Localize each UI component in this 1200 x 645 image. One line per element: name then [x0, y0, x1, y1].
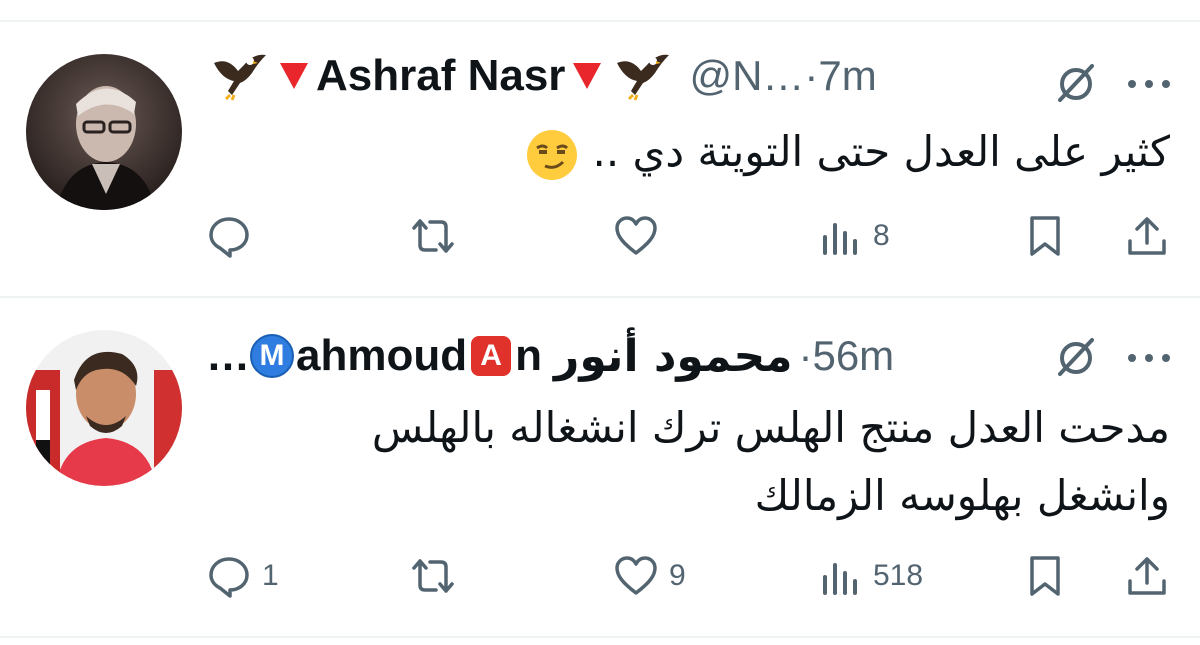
reply-button[interactable]: 1: [206, 546, 279, 606]
reply-button[interactable]: [206, 206, 262, 266]
share-button[interactable]: [1124, 206, 1170, 266]
share-icon: [1128, 557, 1166, 595]
tweet-text-line-2: وانشغل بهلوسه الزمالك: [754, 471, 1170, 520]
grok-icon[interactable]: [1052, 332, 1100, 380]
retweet-button[interactable]: [410, 206, 456, 266]
like-button[interactable]: [613, 206, 669, 266]
like-count: 9: [669, 559, 686, 592]
views-button[interactable]: 518: [817, 546, 923, 606]
name-ellipsis: …: [206, 331, 250, 380]
bookmark-button[interactable]: [1022, 206, 1068, 266]
bookmark-icon: [1030, 556, 1060, 596]
tweet-text-line-1: مدحت العدل منتج الهلس ترك انشغاله بالهلس: [371, 403, 1170, 452]
reply-count: 1: [262, 559, 279, 592]
red-triangle-icon: [573, 63, 602, 89]
bookmark-button[interactable]: [1022, 546, 1068, 606]
reply-icon: [209, 557, 249, 598]
author-name-mid: n: [515, 331, 542, 380]
bookmark-icon: [1030, 216, 1060, 256]
tweet-text: كثير على العدل حتى التويتة دي ..: [515, 118, 1170, 186]
timestamp[interactable]: ·56m: [798, 332, 894, 380]
red-triangle-icon: [280, 63, 308, 89]
author-name-arabic: محمود أنور: [554, 330, 793, 382]
views-icon: [823, 563, 857, 595]
views-count: 518: [873, 559, 924, 592]
tweet-2[interactable]: … M ahmoud A n محمود أنور ·56m مدحت العد…: [0, 298, 1200, 636]
letter-m-badge-icon: M: [250, 334, 294, 378]
reply-icon: [209, 217, 249, 258]
views-icon: [823, 223, 857, 255]
tweet-actions: 1 9 518: [0, 546, 1200, 606]
tweet-header: Ashraf Nasr @N…·7m: [206, 46, 1180, 106]
divider: [0, 636, 1200, 638]
author-name-latin: ahmoud: [296, 331, 468, 380]
avatar[interactable]: [26, 330, 182, 486]
author-name-text: Ashraf Nasr: [316, 51, 566, 100]
more-icon[interactable]: [1124, 74, 1174, 94]
letter-a-badge-icon: A: [471, 336, 512, 376]
avatar[interactable]: [26, 54, 182, 210]
retweet-icon: [412, 559, 454, 593]
views-count: 8: [873, 219, 890, 252]
like-icon: [615, 216, 657, 255]
views-button[interactable]: 8: [817, 206, 890, 266]
tweet-header: … M ahmoud A n محمود أنور ·56m: [206, 326, 1180, 386]
tweet-actions: 8: [0, 206, 1200, 266]
tweet-text: مدحت العدل منتج الهلس ترك انشغاله بالهلس…: [372, 394, 1170, 530]
like-button[interactable]: 9: [613, 546, 686, 606]
like-icon: [615, 556, 657, 595]
retweet-icon: [412, 219, 454, 253]
eagle-icon: [214, 54, 266, 101]
retweet-button[interactable]: [410, 546, 456, 606]
author-name[interactable]: … M ahmoud A n محمود أنور: [206, 331, 792, 382]
grok-icon[interactable]: [1052, 58, 1100, 106]
handle-and-time[interactable]: @N…·7m: [689, 52, 876, 100]
share-icon: [1128, 217, 1166, 255]
tweet-1[interactable]: Ashraf Nasr @N…·7m كثير على العدل حتى ال…: [0, 22, 1200, 296]
author-name[interactable]: Ashraf Nasr: [206, 51, 675, 101]
smirking-face-icon: [527, 129, 578, 180]
eagle-icon: [617, 54, 670, 101]
more-icon[interactable]: [1124, 348, 1174, 368]
share-button[interactable]: [1124, 546, 1170, 606]
